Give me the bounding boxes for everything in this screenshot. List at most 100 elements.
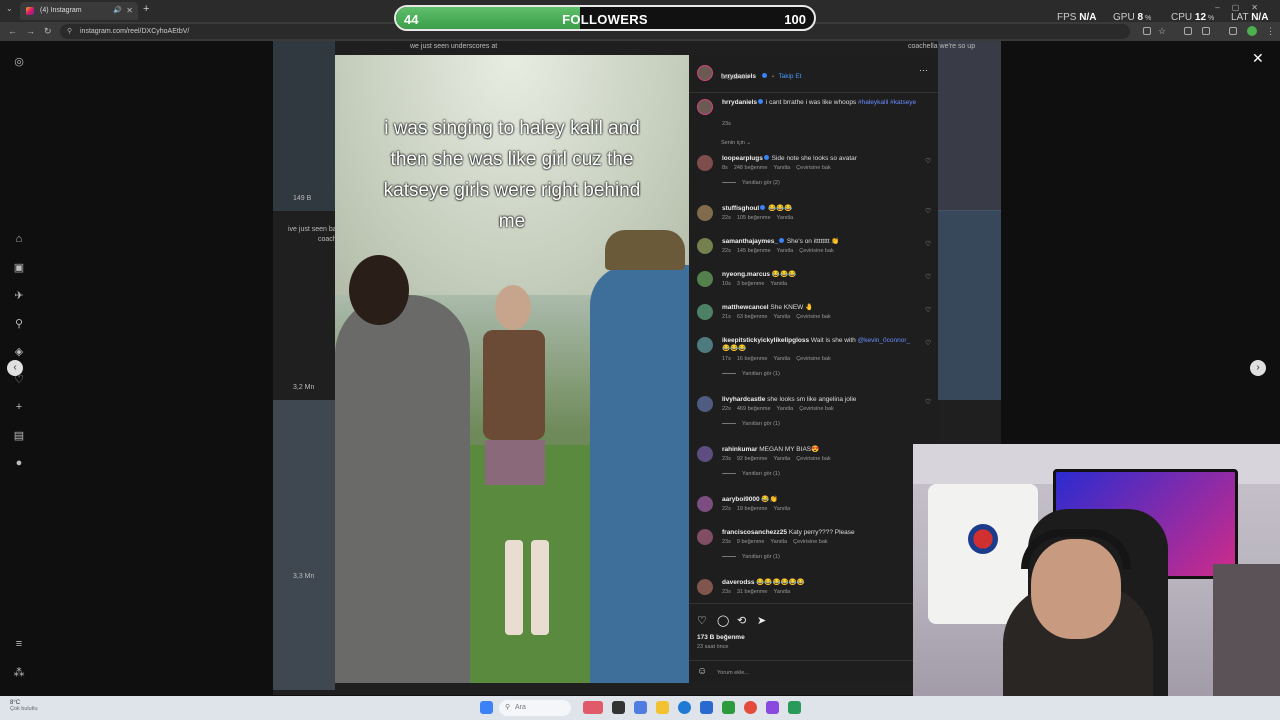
author-avatar[interactable] <box>697 65 713 81</box>
comment-action[interactable]: Çevirisine bak <box>793 539 828 545</box>
commenter-username[interactable]: daverodss <box>722 579 755 586</box>
grid-thumbnail[interactable] <box>938 210 1001 400</box>
task-view-icon[interactable] <box>612 701 625 714</box>
comment-sort-dropdown[interactable]: Senin için ⌄ <box>721 140 751 146</box>
grid-thumbnail[interactable] <box>273 41 335 211</box>
comment-action[interactable]: Yanıtla <box>777 248 794 254</box>
comment-icon[interactable]: ◯ <box>717 614 729 627</box>
comment-action[interactable]: Yanıtla <box>777 406 794 412</box>
commenter-avatar[interactable] <box>697 496 713 512</box>
dashboard-icon[interactable]: ▤ <box>10 429 28 442</box>
comment-like-heart-icon[interactable]: ♡ <box>925 273 931 281</box>
commenter-avatar[interactable] <box>697 304 713 320</box>
comment-action[interactable]: Çevirisine bak <box>799 406 834 412</box>
extension-icon[interactable] <box>1184 27 1192 35</box>
commenter-username[interactable]: samanthajaymes_ <box>722 238 778 245</box>
taskbar-search[interactable]: ⚲ Ara <box>499 700 571 716</box>
profile-avatar-icon[interactable] <box>1247 26 1257 36</box>
more-options-icon[interactable]: ··· <box>919 65 928 75</box>
audio-icon[interactable]: 🔊 <box>113 6 122 14</box>
reload-icon[interactable]: ↻ <box>44 26 52 37</box>
audio-label[interactable]: Orijinal ses <box>721 75 748 81</box>
commenter-avatar[interactable] <box>697 155 713 171</box>
taskbar-app-icon[interactable] <box>788 701 801 714</box>
meta-icon[interactable]: ⁂ <box>10 666 28 679</box>
comment-action[interactable]: Yanıtla <box>770 281 787 287</box>
commenter-username[interactable]: rahinkumar <box>722 446 757 453</box>
chrome-icon[interactable] <box>744 701 757 714</box>
commenter-avatar[interactable] <box>697 396 713 412</box>
browser-menu-icon[interactable]: ⋮ <box>1266 26 1275 37</box>
reel-video[interactable]: i was singing to haley kalil and then sh… <box>335 55 689 683</box>
follow-button[interactable]: Takip Et <box>778 73 801 80</box>
comment-action[interactable]: Yanıtla <box>773 165 790 171</box>
view-replies-button[interactable]: Yanıtları gör (1) <box>722 371 780 377</box>
new-tab-button[interactable]: + <box>143 3 149 15</box>
comment-action[interactable]: Yanıtla <box>773 456 790 462</box>
sidebar-icon[interactable] <box>1229 27 1237 35</box>
taskbar-app-icon[interactable] <box>583 701 603 714</box>
messages-icon[interactable]: ✈ <box>10 289 28 302</box>
explore-icon[interactable]: ◈ <box>10 345 28 358</box>
emoji-icon[interactable]: ☺ <box>697 666 707 677</box>
window-controls[interactable]: –▢✕ <box>1215 3 1270 12</box>
author-username[interactable]: hrrydaniels <box>722 99 757 106</box>
forward-icon[interactable]: → <box>26 26 35 36</box>
view-replies-button[interactable]: Yanıtları gör (1) <box>722 554 780 560</box>
more-menu-icon[interactable]: ≡ <box>10 638 28 650</box>
reels-icon[interactable]: ▣ <box>10 261 28 274</box>
comment-like-heart-icon[interactable]: ♡ <box>925 207 931 215</box>
commenter-avatar[interactable] <box>697 446 713 462</box>
comment-action[interactable]: Yanıtla <box>773 314 790 320</box>
view-replies-button[interactable]: Yanıtları gör (1) <box>722 421 780 427</box>
commenter-username[interactable]: livyhardcastle <box>722 396 765 403</box>
commenter-avatar[interactable] <box>697 205 713 221</box>
profile-icon[interactable]: ● <box>10 457 28 469</box>
comment-like-heart-icon[interactable]: ♡ <box>925 306 931 314</box>
taskbar-app-icon[interactable] <box>766 701 779 714</box>
commenter-avatar[interactable] <box>697 579 713 595</box>
comment-action[interactable]: Yanıtla <box>773 506 790 512</box>
file-explorer-icon[interactable] <box>656 701 669 714</box>
commenter-avatar[interactable] <box>697 238 713 254</box>
commenter-username[interactable]: ikeepitstickyickylikelipgloss <box>722 337 809 344</box>
comment-action[interactable]: Yanıtla <box>770 539 787 545</box>
comment-action[interactable]: Çevirisine bak <box>796 356 831 362</box>
tab-instagram[interactable]: (4) Instagram 🔊 ✕ <box>20 2 138 20</box>
commenter-avatar[interactable] <box>697 271 713 287</box>
instagram-logo-icon[interactable]: ◎ <box>10 55 28 68</box>
author-avatar[interactable] <box>697 99 713 115</box>
site-info-icon[interactable]: ⚲ <box>67 27 72 35</box>
commenter-username[interactable]: stuffisghoul <box>722 205 759 212</box>
tab-close-icon[interactable]: ✕ <box>126 6 133 15</box>
back-icon[interactable]: ← <box>8 26 17 36</box>
comment-action[interactable]: Çevirisine bak <box>799 248 834 254</box>
comment-like-heart-icon[interactable]: ♡ <box>925 157 931 165</box>
comment-input[interactable]: Yorum ekle... <box>717 670 749 676</box>
comment-mention[interactable]: @kevin_0connor_ <box>858 337 911 344</box>
tab-menu-icon[interactable]: ⌄ <box>6 4 13 13</box>
commenter-username[interactable]: matthewcancel <box>722 304 769 311</box>
cast-icon[interactable] <box>1143 27 1151 35</box>
share-icon[interactable]: ➤ <box>757 614 766 627</box>
comment-action[interactable]: Yanıtla <box>773 356 790 362</box>
grid-thumbnail[interactable] <box>938 41 1001 211</box>
commenter-username[interactable]: loopearplugs <box>722 155 763 162</box>
comment-like-heart-icon[interactable]: ♡ <box>925 398 931 406</box>
next-post-icon[interactable]: › <box>1250 360 1266 376</box>
xbox-icon[interactable] <box>722 701 735 714</box>
view-replies-button[interactable]: Yanıtları gör (2) <box>722 180 780 186</box>
comment-action[interactable]: Yanıtla <box>777 215 794 221</box>
commenter-avatar[interactable] <box>697 337 713 353</box>
like-count[interactable]: 173 B beğenme <box>697 634 745 641</box>
hashtags[interactable]: #haleykalil #katseye <box>858 99 916 106</box>
comment-like-heart-icon[interactable]: ♡ <box>925 240 931 248</box>
search-icon[interactable]: ⚲ <box>10 317 28 330</box>
weather-widget[interactable]: 8°C Çok bulutlu <box>10 700 38 712</box>
view-replies-button[interactable]: Yanıtları gör (1) <box>722 471 780 477</box>
commenter-username[interactable]: franciscosanchezz25 <box>722 529 787 536</box>
grid-thumbnail[interactable] <box>273 400 335 690</box>
extension-icon[interactable] <box>1202 27 1210 35</box>
home-icon[interactable]: ⌂ <box>10 233 28 245</box>
comment-action[interactable]: Çevirisine bak <box>796 314 831 320</box>
